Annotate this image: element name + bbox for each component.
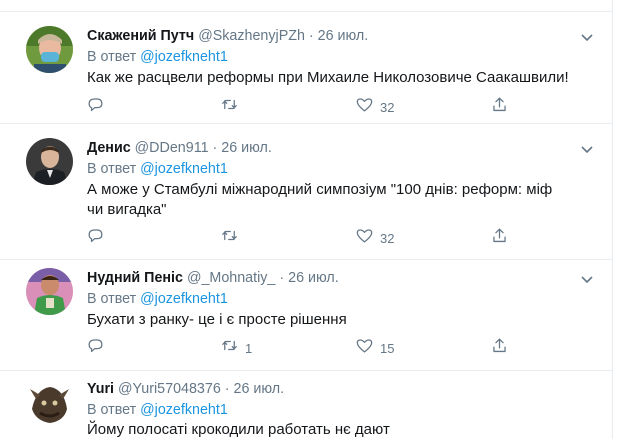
tweet-header: Скажений Путч @SkazhenyjPZh · 26 июл. [87,26,368,46]
avatar[interactable] [26,138,73,185]
reply-button[interactable] [86,227,111,249]
timestamp[interactable]: 26 июл. [234,381,285,397]
separator-dot: · [308,28,314,44]
tweet[interactable]: Нудний Пеніс @_Mohnatiy_ · 26 июл. В отв… [0,260,612,371]
display-name[interactable]: Скажений Путч [87,28,194,44]
reply-icon [86,226,105,250]
separator-dot: · [279,270,285,286]
share-icon [490,226,509,250]
share-icon [490,336,509,360]
retweet-icon [220,226,239,250]
user-handle[interactable]: @DDen911 [135,140,209,156]
tweet-header: Yuri @Yuri57048376 · 26 июл. [87,379,284,399]
retweet-icon [220,336,239,360]
retweet-button[interactable] [220,96,245,118]
retweet-icon [220,95,239,119]
mention-link[interactable]: @jozefkneht1 [140,291,228,307]
tweet-text: Как же расцвели реформы при Михаиле Нико… [87,69,569,86]
share-button[interactable] [490,337,509,359]
like-count: 32 [380,99,395,115]
tweet-actions: 1 15 [0,337,612,359]
mention-link[interactable]: @jozefkneht1 [140,402,228,418]
user-handle[interactable]: @Yuri57048376 [118,381,221,397]
chevron-down-icon[interactable] [578,28,596,46]
reply-prefix: В ответ [87,402,137,418]
heart-icon [355,95,374,119]
reply-button[interactable] [86,337,111,359]
tweet-header: Денис @DDen911 · 26 июл. [87,138,272,158]
like-count: 32 [380,230,395,246]
share-button[interactable] [490,227,509,249]
reply-context: В ответ @jozefkneht1 [87,400,228,420]
reply-context: В ответ @jozefkneht1 [87,159,228,179]
chevron-down-icon[interactable] [578,270,596,288]
tweet[interactable]: Yuri @Yuri57048376 · 26 июл. В ответ @jo… [0,371,612,441]
timestamp[interactable]: 26 июл. [318,28,369,44]
avatar[interactable] [26,26,73,73]
like-count: 15 [380,340,395,356]
reply-button[interactable] [86,96,111,118]
timestamp[interactable]: 26 июл. [221,140,272,156]
tweet-actions: 32 [0,96,612,118]
tweet[interactable]: Скажений Путч @SkazhenyjPZh · 26 июл. В … [0,12,612,124]
chevron-down-icon[interactable] [578,140,596,158]
retweet-button[interactable] [220,227,245,249]
retweet-count: 1 [245,340,253,356]
tweet-header: Нудний Пеніс @_Mohnatiy_ · 26 июл. [87,268,339,288]
avatar[interactable] [26,268,73,315]
reply-prefix: В ответ [87,49,137,65]
heart-icon [355,336,374,360]
like-button[interactable]: 15 [355,337,394,359]
tweet-text: Йому полосаті крокодили работать нє дают [87,421,390,438]
display-name[interactable]: Yuri [87,381,114,397]
reply-prefix: В ответ [87,161,137,177]
display-name[interactable]: Нудний Пеніс [87,270,183,286]
like-button[interactable]: 32 [355,227,394,249]
reply-icon [86,336,105,360]
timestamp[interactable]: 26 июл. [288,270,339,286]
reply-context: В ответ @jozefkneht1 [87,289,228,309]
share-icon [490,95,509,119]
retweet-button[interactable]: 1 [220,337,252,359]
display-name[interactable]: Денис [87,140,131,156]
replies-timeline: Скажений Путч @SkazhenyjPZh · 26 июл. В … [0,0,613,439]
separator-dot: · [212,140,218,156]
like-button[interactable]: 32 [355,96,394,118]
avatar[interactable] [26,379,73,426]
reply-context: В ответ @jozefkneht1 [87,47,228,67]
heart-icon [355,226,374,250]
reply-prefix: В ответ [87,291,137,307]
user-handle[interactable]: @SkazhenyjPZh [198,28,305,44]
tweet[interactable] [0,0,612,12]
separator-dot: · [224,381,230,397]
tweet-text: А може у Стамбулі міжнародний симпозіум … [87,181,553,218]
share-button[interactable] [490,96,509,118]
mention-link[interactable]: @jozefkneht1 [140,161,228,177]
user-handle[interactable]: @_Mohnatiy_ [187,270,275,286]
mention-link[interactable]: @jozefkneht1 [140,49,228,65]
tweet-actions: 32 [0,227,612,249]
tweet-text: Бухати з ранку- це і є просте рішення [87,311,347,328]
tweet[interactable]: Денис @DDen911 · 26 июл. В ответ @jozefk… [0,124,612,260]
reply-icon [86,95,105,119]
